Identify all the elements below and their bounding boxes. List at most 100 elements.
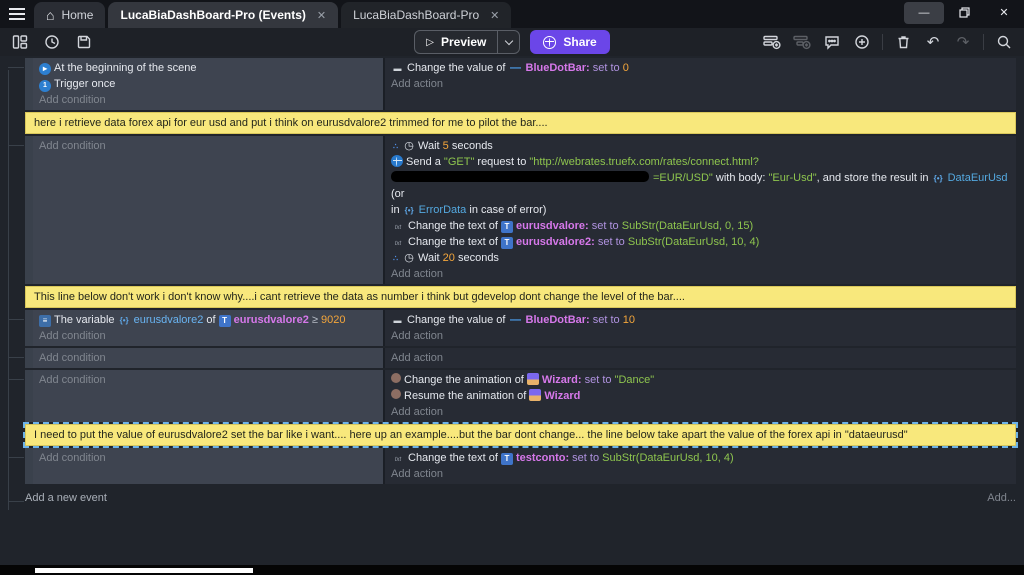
titlebar: ⌂ Home LucaBiaDashBoard-Pro (Events) ✕ L… <box>0 0 1024 28</box>
close-window-button[interactable]: ✕ <box>984 1 1024 23</box>
comment-row[interactable]: here i retrieve data forex api for eur u… <box>25 112 1016 134</box>
action-instruction[interactable]: Resume the animation of Wizard <box>391 388 1012 404</box>
animation-icon <box>391 373 401 383</box>
hamburger-menu-icon[interactable] <box>0 0 34 28</box>
action-instruction[interactable]: Change the text of testconto: set to Sub… <box>391 450 1012 466</box>
add-action-link[interactable]: Add action <box>391 404 1012 420</box>
text-run: Change the value of <box>407 62 509 74</box>
search-icon[interactable] <box>994 32 1014 52</box>
variable-cond-icon <box>39 315 51 327</box>
add-condition-link[interactable]: Add condition <box>39 372 379 388</box>
add-action-link[interactable]: Add action <box>391 466 1012 482</box>
toolbar-divider <box>882 34 883 50</box>
action-instruction[interactable]: Change the value of BlueDotBar: set to 0 <box>391 60 1012 76</box>
text-run: Change the value of <box>407 314 509 326</box>
action-instruction[interactable]: Send a "GET" request to "http://webrates… <box>391 154 1012 218</box>
delete-icon[interactable] <box>893 32 913 52</box>
add-condition-link[interactable]: Add condition <box>39 328 379 344</box>
add-more-link[interactable]: Add... <box>987 492 1016 504</box>
event-drag-handle[interactable] <box>25 58 33 110</box>
add-event-icon[interactable] <box>762 32 782 52</box>
action-instruction[interactable]: Change the value of BlueDotBar: set to 1… <box>391 312 1012 328</box>
event-row: Add condition Wait 5 secondsSend a "GET" … <box>8 136 1016 284</box>
conditions-cell: Add condition <box>33 136 385 284</box>
clock-icon <box>403 252 415 264</box>
close-tab-icon[interactable]: ✕ <box>313 9 326 22</box>
event-drag-handle[interactable] <box>25 370 33 422</box>
share-button[interactable]: Share <box>530 30 610 54</box>
add-condition-link[interactable]: Add condition <box>39 350 379 366</box>
text-run: "Eur-Usd" <box>768 172 817 184</box>
condition-instruction[interactable]: Trigger once <box>39 76 379 92</box>
event-drag-handle[interactable] <box>25 348 33 368</box>
toolbar: ▷ Preview Share ↶ ↷ <box>0 28 1024 56</box>
event-drag-handle[interactable] <box>25 310 33 346</box>
condition-instruction[interactable]: The variable eurusdvalore2 of eurusdvalo… <box>39 312 379 328</box>
add-condition-link[interactable]: Add condition <box>39 450 379 466</box>
actions-cell: Change the value of BlueDotBar: set to 0… <box>385 58 1016 110</box>
add-action-link[interactable]: Add action <box>391 350 1012 366</box>
text-action-icon <box>391 238 405 250</box>
events-sheet: At the beginning of the scene Trigger onc… <box>0 56 1024 565</box>
struct-var-icon <box>403 205 416 217</box>
text-run: At the beginning of the scene <box>54 62 197 74</box>
text-run: SubStr(DataEurUsd, 10, 4) <box>627 236 760 248</box>
conditions-cell: Add condition <box>33 448 385 484</box>
restore-button[interactable] <box>944 1 984 23</box>
action-instruction[interactable]: Wait 20 seconds <box>391 250 1012 266</box>
undo-icon[interactable]: ↶ <box>923 32 943 52</box>
struct-var-icon <box>932 173 945 185</box>
project-manager-icon[interactable] <box>10 32 30 52</box>
history-icon[interactable] <box>42 32 62 52</box>
share-label: Share <box>563 35 597 49</box>
save-icon[interactable] <box>74 32 94 52</box>
event-tree-rail <box>8 70 9 510</box>
add-action-link[interactable]: Add action <box>391 76 1012 92</box>
text-run: Send a <box>406 156 444 168</box>
variable-value-icon <box>391 63 404 75</box>
add-action-link[interactable]: Add action <box>391 266 1012 282</box>
toolbar-divider <box>983 34 984 50</box>
action-instruction[interactable]: Change the text of eurusdvalore: set to … <box>391 218 1012 234</box>
event-drag-handle[interactable] <box>25 136 33 284</box>
home-icon: ⌂ <box>46 7 55 23</box>
text-run: in case of error) <box>466 204 547 216</box>
comment-row[interactable]: This line below don't work i don't know … <box>25 286 1016 308</box>
text-run: seconds <box>454 252 499 264</box>
action-instruction[interactable]: Change the animation of Wizard: set to "… <box>391 372 1012 388</box>
text-run: Trigger once <box>54 78 116 90</box>
globe-icon <box>391 155 403 167</box>
add-circle-icon[interactable] <box>852 32 872 52</box>
minimize-button[interactable]: — <box>904 2 944 24</box>
action-instruction[interactable]: Wait 5 seconds <box>391 138 1012 154</box>
add-comment-icon[interactable] <box>822 32 842 52</box>
add-condition-link[interactable]: Add condition <box>39 92 379 108</box>
redaction-scribble <box>391 171 649 182</box>
event-drag-handle[interactable] <box>25 448 33 484</box>
text-object-icon <box>218 315 231 327</box>
preview-button[interactable]: ▷ Preview <box>414 30 521 54</box>
add-new-event-link[interactable]: Add a new event <box>25 492 107 504</box>
gdevelop-window: ⌂ Home LucaBiaDashBoard-Pro (Events) ✕ L… <box>0 0 1024 575</box>
tab-events-sheet[interactable]: LucaBiaDashBoard-Pro (Events) ✕ <box>108 2 339 28</box>
preview-dropdown-button[interactable] <box>497 31 519 53</box>
comment-row[interactable]: I need to put the value of eurusdvalore2… <box>23 422 1018 448</box>
bottom-strip <box>0 565 1024 575</box>
tab-home[interactable]: ⌂ Home <box>34 2 106 28</box>
condition-instruction[interactable]: At the beginning of the scene <box>39 60 379 76</box>
tab-scene[interactable]: LucaBiaDashBoard-Pro ✕ <box>341 2 512 28</box>
bottom-scrollbar[interactable] <box>35 568 253 573</box>
add-subevent-icon[interactable] <box>792 32 812 52</box>
close-tab-icon[interactable]: ✕ <box>486 9 499 22</box>
action-instruction[interactable]: Change the text of eurusdvalore2: set to… <box>391 234 1012 250</box>
add-action-link[interactable]: Add action <box>391 328 1012 344</box>
redo-icon[interactable]: ↷ <box>953 32 973 52</box>
text-run: Change the text of <box>408 220 501 232</box>
preview-label: Preview <box>440 35 487 49</box>
add-condition-link[interactable]: Add condition <box>39 138 379 154</box>
conditions-cell: Add condition <box>33 370 385 422</box>
actions-cell: Change the value of BlueDotBar: set to 1… <box>385 310 1016 346</box>
bluedotbar-icon <box>509 314 523 326</box>
text-run: 20 <box>442 252 455 264</box>
tab-label: LucaBiaDashBoard-Pro <box>353 8 480 22</box>
